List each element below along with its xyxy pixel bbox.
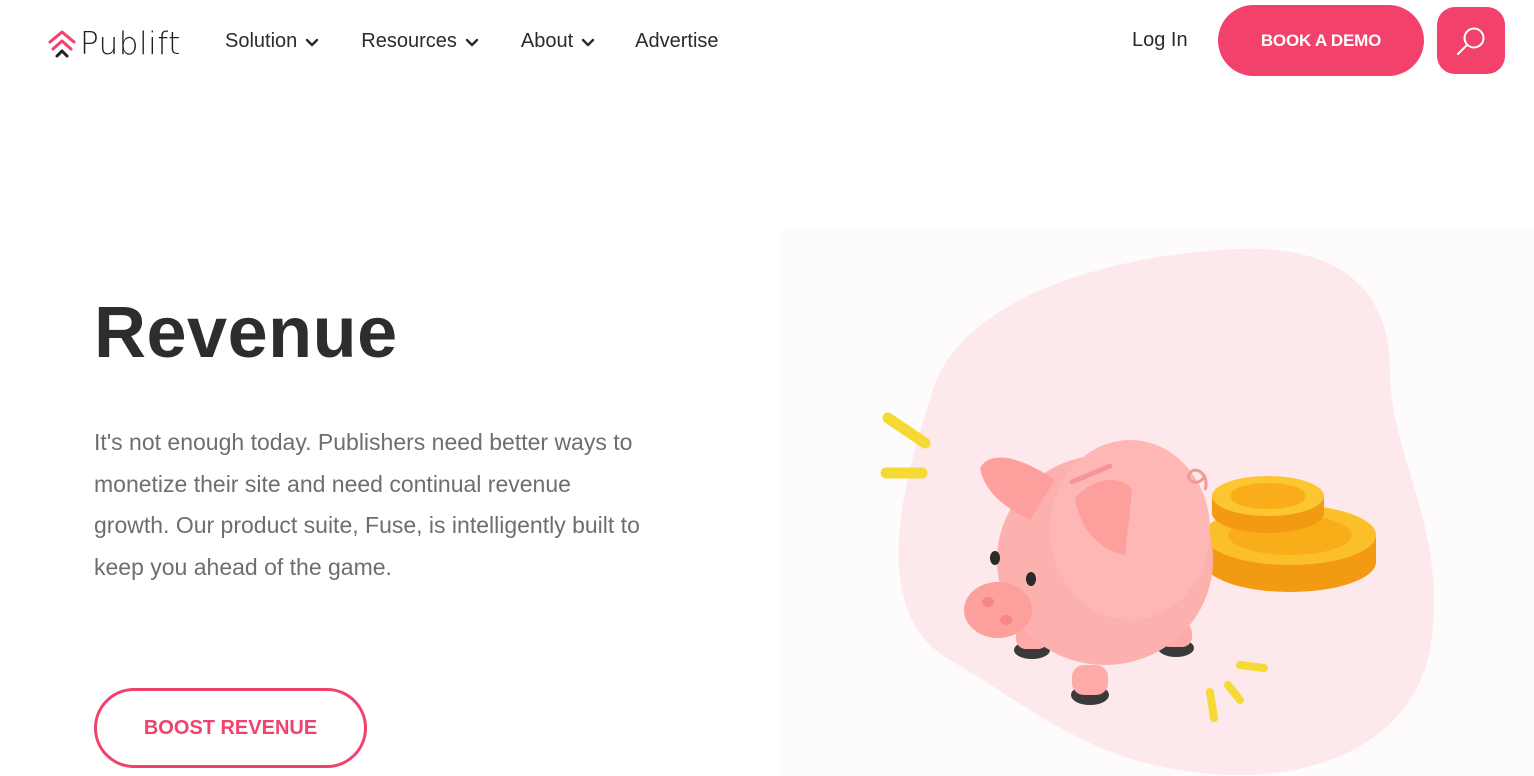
book-demo-button[interactable]: BOOK A DEMO bbox=[1218, 5, 1424, 76]
login-link[interactable]: Log In bbox=[1132, 29, 1188, 52]
search-icon bbox=[1457, 27, 1485, 55]
publift-logo-icon bbox=[48, 30, 76, 58]
chevron-down-icon bbox=[306, 38, 319, 46]
chevron-down-icon bbox=[465, 38, 479, 46]
page-title: Revenue bbox=[94, 293, 398, 373]
nav-item-advertise[interactable]: Advertise bbox=[635, 30, 718, 53]
main-nav: Solution Resources About Advertise bbox=[225, 30, 719, 53]
chevron-down-icon bbox=[581, 38, 595, 46]
site-header: Publift Solution Resources About Adverti… bbox=[0, 0, 1534, 90]
hero-description-line: growth. Our product suite, Fuse, is inte… bbox=[94, 512, 640, 538]
nav-item-about[interactable]: About bbox=[521, 30, 595, 53]
piggy-bank-illustration bbox=[780, 230, 1534, 776]
hero-description-line: monetize their site and need continual r… bbox=[94, 470, 571, 497]
nav-item-label: Advertise bbox=[635, 30, 719, 52]
logo-wordmark: Publift bbox=[80, 26, 181, 62]
nav-item-label: About bbox=[520, 30, 574, 52]
search-button[interactable] bbox=[1437, 7, 1505, 74]
nav-item-resources[interactable]: Resources bbox=[361, 30, 479, 53]
hero-description: It's not enough today. Publishers need b… bbox=[94, 422, 734, 588]
hero-description-line: keep you ahead of the game. bbox=[94, 553, 392, 580]
boost-revenue-button[interactable]: BOOST REVENUE bbox=[94, 688, 367, 768]
nav-item-solution[interactable]: Solution bbox=[225, 30, 319, 53]
nav-item-label: Resources bbox=[361, 30, 457, 52]
publift-logo[interactable]: Publift bbox=[48, 26, 181, 62]
nav-item-label: Solution bbox=[225, 30, 298, 52]
hero-description-line: It's not enough today. Publishers need b… bbox=[94, 429, 633, 455]
